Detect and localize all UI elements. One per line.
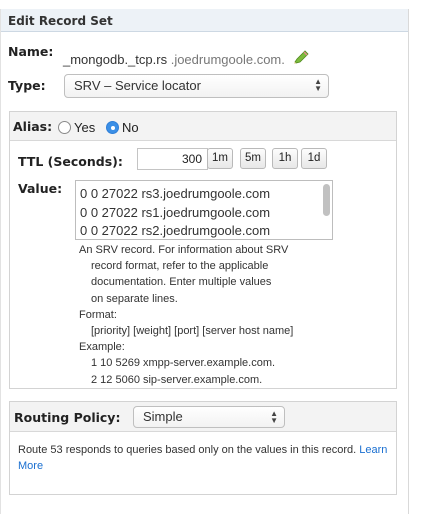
value-line: 0 0 27022 rs1.joedrumgoole.com xyxy=(80,204,271,220)
panel-title: Edit Record Set xyxy=(1,9,408,32)
ttl-input[interactable]: 300 xyxy=(137,148,208,170)
record-name-prefix: _mongodb._tcp.rs xyxy=(63,52,168,67)
type-label: Type: xyxy=(8,78,46,93)
record-name-domain: .joedrumgoole.com. xyxy=(170,52,285,67)
help-format: [priority] [weight] [port] [server host … xyxy=(91,325,294,338)
alias-no-label[interactable]: No xyxy=(122,120,139,135)
value-help-text: An SRV record. For information about SRV… xyxy=(79,242,293,388)
help-example-label: Example: xyxy=(79,341,125,354)
ttl-1m-button[interactable]: 1m xyxy=(207,148,233,169)
routing-policy-value: Simple xyxy=(143,409,183,424)
alias-no-radio[interactable] xyxy=(106,121,119,134)
routing-section: Routing Policy: Simple ▲ ▼ Route 53 respo… xyxy=(9,401,397,495)
value-scrollbar-thumb[interactable] xyxy=(323,184,330,216)
select-arrows-icon: ▲ ▼ xyxy=(314,77,322,93)
alias-yes-label[interactable]: Yes xyxy=(74,120,95,135)
alias-yes-radio[interactable] xyxy=(58,121,71,134)
edit-record-set-panel: Edit Record Set Name: _mongodb._tcp.rs .… xyxy=(0,9,409,514)
pencil-icon[interactable] xyxy=(293,50,309,64)
ttl-1h-button[interactable]: 1h xyxy=(272,148,298,169)
alias-row: Alias: Yes No xyxy=(10,112,396,141)
alias-label: Alias: xyxy=(13,119,53,134)
value-label: Value: xyxy=(18,181,63,196)
record-name: _mongodb._tcp.rs .joedrumgoole.com. xyxy=(63,52,285,67)
select-arrows-icon: ▲ ▼ xyxy=(270,409,278,425)
routing-row: Routing Policy: Simple ▲ ▼ xyxy=(10,402,396,432)
type-select-value: SRV – Service locator xyxy=(74,78,201,93)
help-format-label: Format: xyxy=(79,308,117,321)
help-example-line: 2 12 5060 sip-server.example.com. xyxy=(91,373,263,386)
help-intro-line: documentation. Enter multiple values xyxy=(91,276,272,289)
routing-description: Route 53 responds to queries based only … xyxy=(18,442,394,474)
type-select[interactable]: SRV – Service locator ▲ ▼ xyxy=(64,74,329,98)
help-intro-line: An SRV record. For information about SRV xyxy=(79,244,289,256)
value-line: 0 0 27022 rs2.joedrumgoole.com xyxy=(80,223,271,238)
ttl-5m-button[interactable]: 5m xyxy=(240,148,266,169)
value-textarea[interactable]: 0 0 27022 rs3.joedrumgoole.com 0 0 27022… xyxy=(75,180,333,240)
help-example-line: 1 10 5269 xmpp-server.example.com. xyxy=(91,357,276,370)
value-line: 0 0 27022 rs3.joedrumgoole.com xyxy=(80,186,271,201)
name-label: Name: xyxy=(8,44,54,59)
ttl-1d-button[interactable]: 1d xyxy=(301,148,327,169)
alias-section: Alias: Yes No TTL (Seconds): 300 1m 5m 1… xyxy=(9,111,397,389)
help-intro-line: record format, refer to the applicable xyxy=(91,260,269,273)
routing-policy-select[interactable]: Simple ▲ ▼ xyxy=(133,406,285,428)
routing-policy-label: Routing Policy: xyxy=(14,410,121,425)
value-scrollbar[interactable] xyxy=(322,182,331,238)
help-intro-line: on separate lines. xyxy=(91,292,178,305)
routing-description-text: Route 53 responds to queries based only … xyxy=(18,444,357,456)
ttl-label: TTL (Seconds): xyxy=(18,154,123,169)
